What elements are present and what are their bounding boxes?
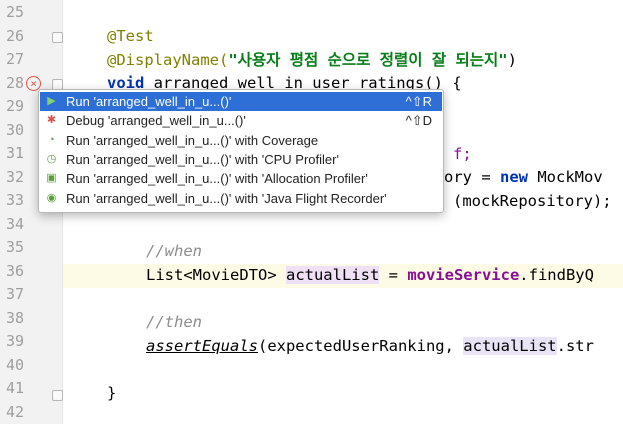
when-comment: //when <box>146 242 202 260</box>
code-fragment: MockMov <box>528 168 603 186</box>
assert-equals-call: assertEquals <box>146 337 258 355</box>
paren-close: ) <box>507 50 517 69</box>
debug-icon: ✱ <box>46 114 57 127</box>
line-number: 32 <box>5 167 24 186</box>
closing-brace: } <box>107 384 117 402</box>
fold-marker-icon[interactable] <box>52 390 63 401</box>
new-keyword: new <box>500 168 528 186</box>
line-number: 26 <box>5 26 24 45</box>
code-line-27: @DisplayName("사용자 평점 순으로 정렬이 잘 되는지") <box>107 49 517 73</box>
line-number: 38 <box>5 308 24 327</box>
line-number: 31 <box>5 144 24 162</box>
actual-list-variable: actualList <box>463 337 557 355</box>
run-context-popup: ▶ Run 'arranged_well_in_u...()' ^⇧R ✱ Debug … <box>38 89 444 213</box>
line-number: 29 <box>5 97 24 115</box>
line-number: 30 <box>5 120 24 139</box>
popup-item-shortcut: ^⇧D <box>405 113 432 129</box>
arguments: (expectedUserRanking, <box>257 337 464 355</box>
code-fragment: ory = <box>444 168 500 186</box>
field-fragment: f; <box>453 145 472 163</box>
code-line-26: @Test <box>107 27 154 45</box>
line-number: 36 <box>5 261 24 280</box>
line-number: 34 <box>5 214 24 233</box>
display-name-string: "사용자 평점 순으로 정렬이 잘 되는지" <box>228 50 508 69</box>
line-number: 35 <box>5 238 24 256</box>
code-line-39: assertEquals(expectedUserRanking, actual… <box>146 335 594 359</box>
line-number: 37 <box>5 285 24 303</box>
line-number: 25 <box>5 3 24 21</box>
code-line-32-tail: ory = new MockMov <box>444 166 603 190</box>
popup-item-debug[interactable]: ✱ Debug 'arranged_well_in_u...()' ^⇧D <box>40 111 442 130</box>
line-number: 33 <box>5 191 24 209</box>
code-line-31-tail: f; <box>453 143 472 167</box>
type-declaration: List<MovieDTO> <box>146 266 286 284</box>
popup-item-run[interactable]: ▶ Run 'arranged_well_in_u...()' ^⇧R <box>40 92 442 111</box>
popup-item-label: Run 'arranged_well_in_u...()' with 'Allo… <box>66 171 368 187</box>
fold-marker-icon[interactable] <box>52 32 63 43</box>
allocation-profiler-icon: ▣ <box>46 172 57 185</box>
popup-item-label: Debug 'arranged_well_in_u...()' <box>66 113 246 129</box>
display-name-annotation: @DisplayName( <box>107 50 229 69</box>
run-icon: ▶ <box>47 95 56 107</box>
movie-service-field: movieService <box>407 266 520 284</box>
popup-item-label: Run 'arranged_well_in_u...()' with 'CPU … <box>66 151 339 167</box>
popup-item-cpu-profiler[interactable]: ◷ Run 'arranged_well_in_u...()' with 'CPU… <box>40 150 442 169</box>
method-call: .str <box>556 337 594 355</box>
then-comment: //then <box>146 313 202 331</box>
cpu-profiler-icon: ◷ <box>46 152 57 165</box>
line-number: 41 <box>5 379 24 397</box>
popup-item-coverage[interactable]: ◔ Run 'arranged_well_in_u...()' with Cove… <box>40 131 442 150</box>
code-line-33-tail: (mockRepository); <box>453 192 612 210</box>
line-number: 39 <box>5 332 24 350</box>
actual-list-variable: actualList <box>285 266 380 284</box>
code-line-36: List<MovieDTO> actualList = movieService… <box>146 264 594 288</box>
popup-item-label: Run 'arranged_well_in_u...()' with 'Java… <box>66 190 387 206</box>
method-call: .findByQ <box>519 266 594 284</box>
flight-recorder-icon: ◉ <box>46 191 57 204</box>
line-number: 40 <box>5 355 24 374</box>
line-number: 28 <box>5 73 24 92</box>
line-number: 27 <box>5 50 24 68</box>
popup-item-flight-recorder[interactable]: ◉ Run 'arranged_well_in_u...()' with 'Jav… <box>40 189 442 208</box>
coverage-icon: ◔ <box>48 133 55 146</box>
line-number: 42 <box>5 402 24 421</box>
popup-item-label: Run 'arranged_well_in_u...()' <box>66 94 232 109</box>
popup-item-allocation-profiler[interactable]: ▣ Run 'arranged_well_in_u...()' with 'All… <box>40 169 442 188</box>
popup-item-shortcut: ^⇧R <box>405 94 432 109</box>
popup-item-label: Run 'arranged_well_in_u...()' with Cover… <box>66 132 319 148</box>
assign-operator: = <box>379 266 408 284</box>
